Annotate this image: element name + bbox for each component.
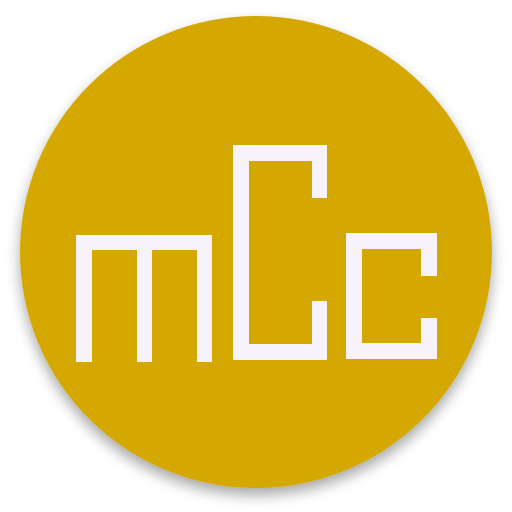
mcc-logo-icon: mCc	[20, 16, 492, 488]
app-icon: mCc	[0, 0, 512, 512]
